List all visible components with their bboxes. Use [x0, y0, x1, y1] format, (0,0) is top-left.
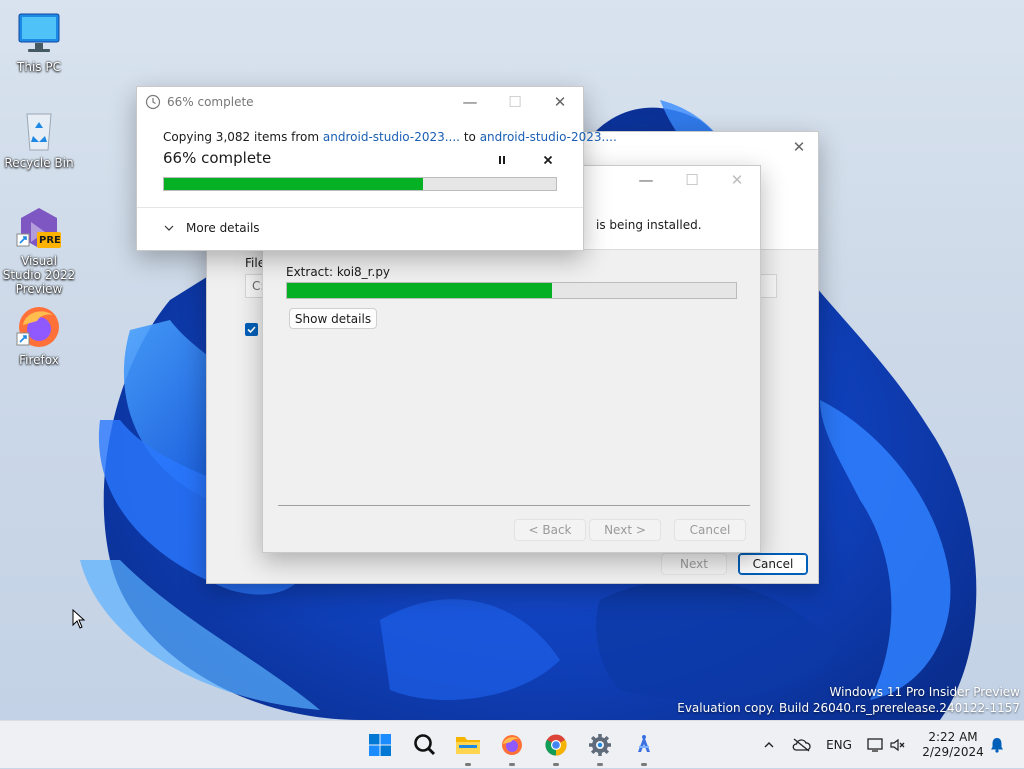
footer-divider — [278, 505, 750, 506]
watermark: Windows 11 Pro Insider Preview Evaluatio… — [677, 684, 1020, 716]
show-hidden-icons-button[interactable] — [758, 721, 780, 769]
pre-badge: PRE — [39, 235, 61, 246]
language-indicator[interactable]: ENG — [822, 721, 856, 769]
copy-prefix-text: Copying 3,082 items from — [163, 130, 320, 144]
running-indicator — [597, 763, 603, 766]
copy-progress-dialog: 66% complete — ☐ ✕ Copying 3,082 items f… — [136, 86, 617, 251]
next-button[interactable]: Next — [661, 553, 727, 575]
copy-dialog-divider — [137, 207, 583, 208]
running-indicator — [553, 763, 559, 766]
percent-complete-heading: 66% complete — [163, 149, 272, 167]
minimize-icon[interactable]: — — [447, 87, 493, 117]
cancel-copy-button[interactable] — [539, 151, 557, 169]
checkmark-icon — [247, 326, 256, 334]
clock-icon — [145, 94, 161, 110]
taskbar-firefox[interactable] — [497, 730, 527, 760]
destination-link[interactable]: android-studio-2023.... — [480, 130, 617, 144]
copy-window-title: 66% complete — [167, 95, 254, 109]
copy-description: Copying 3,082 items from android-studio-… — [163, 130, 617, 144]
running-indicator — [641, 763, 647, 766]
cloud-offline-icon — [792, 738, 811, 752]
pause-button[interactable] — [493, 151, 511, 169]
extract-status: Extract: koi8_r.py — [286, 265, 391, 279]
maximize-icon[interactable]: ☐ — [492, 87, 538, 117]
install-progress-bar — [286, 282, 737, 299]
cancel-button[interactable]: Cancel — [738, 553, 808, 575]
close-icon[interactable]: ✕ — [714, 166, 760, 194]
desktop-shortcut-checkbox[interactable] — [245, 323, 258, 336]
taskbar-settings[interactable] — [585, 730, 615, 760]
more-details-label: More details — [186, 221, 260, 235]
desktop-icon-label: Firefox — [19, 353, 59, 367]
onedrive-tray[interactable] — [788, 721, 814, 769]
show-details-button[interactable]: Show details — [289, 308, 377, 329]
desktop-icon-label: Recycle Bin — [4, 156, 74, 170]
mouse-pointer-icon — [72, 609, 86, 629]
taskbar: ENG 2:22 AM 2/29/2024 — [0, 720, 1024, 768]
more-details-toggle[interactable]: More details — [163, 221, 260, 235]
speaker-muted-icon — [890, 738, 905, 752]
back-button[interactable]: < Back — [514, 519, 586, 541]
chevron-up-icon — [764, 742, 774, 748]
close-icon[interactable]: ✕ — [537, 87, 583, 117]
desktop-icon-label: This PC — [17, 60, 61, 74]
minimize-icon[interactable]: — — [623, 166, 669, 194]
folder-icon — [456, 737, 480, 754]
taskbar-chrome[interactable] — [541, 730, 571, 760]
maximize-icon[interactable]: ☐ — [669, 166, 715, 194]
pause-icon — [499, 156, 505, 164]
taskbar-installer[interactable] — [629, 730, 659, 760]
notifications-button[interactable] — [986, 721, 1008, 769]
close-icon[interactable]: ✕ — [780, 132, 818, 162]
desktop-icon-label: Visual Studio 2022 Preview — [2, 254, 76, 296]
running-indicator — [465, 763, 471, 766]
source-link[interactable]: android-studio-2023.... — [323, 130, 460, 144]
firefox-icon — [502, 735, 522, 755]
chrome-icon — [545, 734, 567, 756]
search-button[interactable] — [410, 730, 440, 760]
next-button[interactable]: Next > — [589, 519, 661, 541]
network-icon — [867, 738, 883, 752]
clock-time: 2:22 AM — [928, 730, 978, 744]
monitor-icon — [15, 10, 63, 58]
desktop-icon-recycle-bin[interactable]: Recycle Bin — [1, 106, 77, 170]
watermark-line-1: Windows 11 Pro Insider Preview — [829, 685, 1020, 699]
recycle-bin-icon — [15, 106, 63, 154]
visual-studio-preview-icon: PRE — [15, 204, 63, 252]
windows-logo-icon — [369, 734, 391, 756]
install-progress-fill — [287, 283, 552, 298]
gear-icon — [589, 734, 611, 756]
cancel-button[interactable]: Cancel — [674, 519, 746, 541]
search-icon — [414, 734, 436, 756]
network-volume-tray[interactable] — [864, 721, 910, 769]
copy-progress-fill — [164, 178, 423, 190]
copy-titlebar: 66% complete — ☐ ✕ — [137, 87, 583, 117]
running-indicator — [509, 763, 515, 766]
desktop-icon-visual-studio[interactable]: PRE Visual Studio 2022 Preview — [1, 204, 77, 296]
start-button[interactable] — [365, 730, 395, 760]
clock-date: 2/29/2024 — [922, 745, 984, 759]
desktop-icon-firefox[interactable]: Firefox — [1, 303, 77, 367]
chevron-down-icon — [164, 225, 174, 231]
taskbar-file-explorer[interactable] — [453, 730, 483, 760]
close-icon — [543, 155, 553, 165]
firefox-icon — [15, 303, 63, 351]
copy-progress-bar — [163, 177, 557, 191]
desktop-icon-this-pc[interactable]: This PC — [1, 10, 77, 74]
to-text: to — [463, 130, 476, 144]
bell-icon — [991, 738, 1003, 753]
watermark-line-2: Evaluation copy. Build 26040.rs_prerelea… — [677, 701, 1020, 715]
android-studio-installer-icon — [638, 735, 650, 752]
installing-status-text: is being installed. — [596, 218, 702, 232]
clock[interactable]: 2:22 AM 2/29/2024 — [918, 721, 988, 769]
